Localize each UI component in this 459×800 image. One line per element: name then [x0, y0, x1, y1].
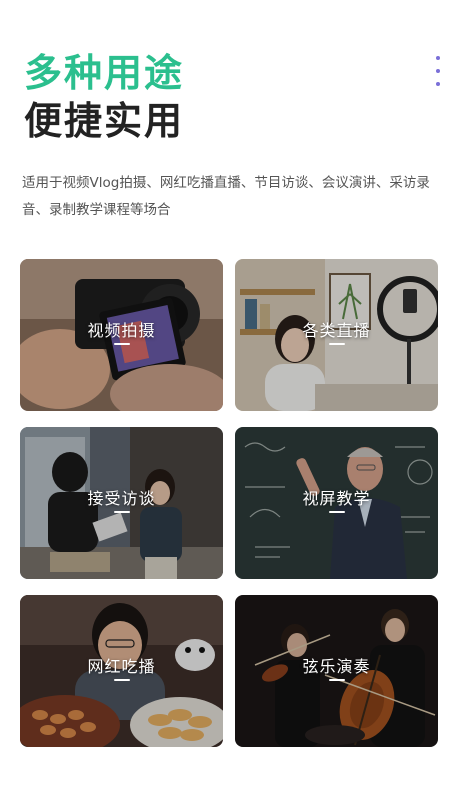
- label-underline: [328, 343, 345, 345]
- scenario-card-teaching[interactable]: 视屏教学: [235, 427, 438, 579]
- label-underline: [328, 679, 345, 681]
- scenario-label: 网红吃播: [87, 657, 156, 676]
- more-vertical-icon: [436, 69, 440, 73]
- scenario-card-mukbang[interactable]: 网红吃播: [20, 595, 223, 747]
- scenario-card-video-shooting[interactable]: 视频拍摄: [20, 259, 223, 411]
- more-options-button[interactable]: [433, 56, 443, 86]
- scenario-card-live-streaming[interactable]: 各类直播: [235, 259, 438, 411]
- scenario-card-interview[interactable]: 接受访谈: [20, 427, 223, 579]
- headline-accent: 多种用途: [24, 51, 185, 95]
- label-underline: [113, 679, 130, 681]
- scenario-label: 视频拍摄: [87, 321, 156, 340]
- headline-main: 便捷实用: [24, 99, 185, 143]
- label-underline: [113, 343, 130, 345]
- more-vertical-icon: [436, 56, 440, 60]
- scenario-label: 视屏教学: [302, 489, 371, 508]
- scenario-grid: 视频拍摄 各类直播 接受访谈 视屏教学 网红吃播 弦乐演奏: [20, 259, 438, 747]
- label-underline: [328, 511, 345, 513]
- scenario-label: 弦乐演奏: [302, 657, 371, 676]
- scenario-card-string-performance[interactable]: 弦乐演奏: [235, 595, 438, 747]
- label-underline: [113, 511, 130, 513]
- usage-description: 适用于视频Vlog拍摄、网红吃播直播、节目访谈、会议演讲、采访录音、录制教学课程…: [22, 175, 430, 218]
- scenario-label: 各类直播: [302, 321, 371, 340]
- scenario-label: 接受访谈: [87, 489, 156, 508]
- more-vertical-icon: [436, 82, 440, 86]
